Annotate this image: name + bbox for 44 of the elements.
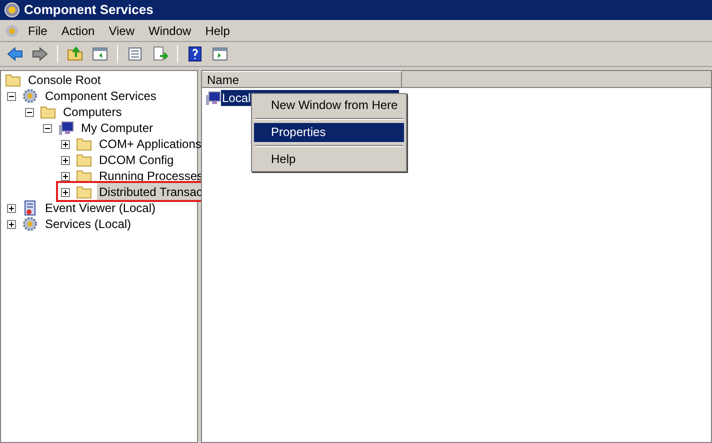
expander-icon[interactable] (61, 140, 70, 148)
expander-icon[interactable] (61, 188, 70, 196)
expander-icon[interactable] (7, 92, 16, 100)
menu-item[interactable]: Properties (254, 123, 404, 142)
expander-icon[interactable] (7, 220, 16, 228)
computer-icon (58, 120, 74, 136)
tree-item[interactable]: COM+ Applications (97, 135, 204, 153)
tree-item[interactable]: DCOM Config (97, 151, 176, 169)
export-icon[interactable] (152, 46, 168, 62)
folder-icon (76, 152, 92, 168)
forward-arrow-icon[interactable] (32, 46, 48, 62)
tree-item[interactable]: My Computer (79, 119, 156, 137)
expander-icon[interactable] (61, 172, 70, 180)
help-icon[interactable] (187, 46, 203, 62)
folder-icon (76, 136, 92, 152)
log-book-icon (22, 200, 38, 216)
computer-icon (205, 90, 221, 106)
menu-item[interactable]: File (22, 20, 54, 42)
tree-item[interactable]: Event Viewer (Local) (43, 199, 158, 217)
tree-item[interactable]: Computers (61, 103, 124, 121)
menu-item[interactable]: Help (254, 150, 404, 169)
pane-icon[interactable] (92, 46, 108, 62)
expander-icon[interactable] (25, 108, 34, 116)
folder-icon (40, 104, 56, 120)
expander-icon[interactable] (61, 156, 70, 164)
folder-icon (76, 184, 92, 200)
expander-icon[interactable] (7, 204, 16, 212)
column-header[interactable]: Name (202, 71, 402, 88)
tree-item[interactable]: Console Root (26, 71, 103, 89)
menu-item[interactable]: Window (142, 20, 198, 42)
expander-icon[interactable] (43, 124, 52, 132)
folder-icon (5, 72, 21, 88)
menu-item[interactable]: View (102, 20, 140, 42)
folder-icon (76, 168, 92, 184)
window-title: Component Services (24, 1, 154, 20)
menu-item[interactable]: New Window from Here (254, 96, 404, 115)
pane-icon[interactable] (212, 46, 228, 62)
tree-item[interactable]: Services (Local) (43, 215, 134, 233)
list-icon[interactable] (127, 46, 143, 62)
menu-item[interactable]: Help (199, 20, 236, 42)
menu-item[interactable]: Action (55, 20, 101, 42)
tree-item[interactable]: Running Processes (97, 167, 206, 185)
back-arrow-icon[interactable] (7, 46, 23, 62)
tree-item[interactable]: Component Services (43, 87, 158, 105)
